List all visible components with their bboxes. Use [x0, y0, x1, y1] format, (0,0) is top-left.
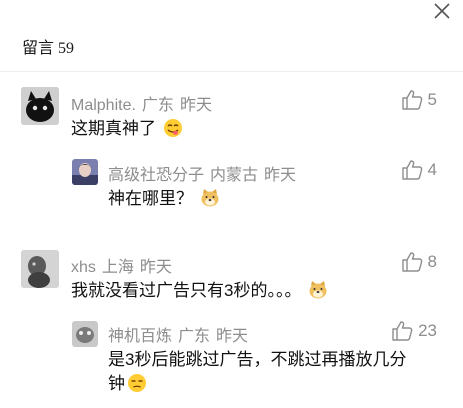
comment-text: 这期真神了 [71, 117, 183, 141]
username[interactable]: 神机百炼 [108, 328, 172, 345]
thumbs-up-icon [401, 90, 422, 110]
comment-text: 神在哪里？ [108, 187, 220, 211]
doge-icon [309, 281, 327, 299]
like-button[interactable]: 5 [401, 90, 437, 110]
header-divider [0, 71, 463, 72]
timestamp: 昨天 [264, 167, 297, 184]
comment-body: 神在哪里？ [108, 189, 193, 208]
comment-body-line-1: 是3秒后能跳过广告，不跳过再播放几分 [108, 350, 407, 369]
like-count: 4 [427, 160, 437, 179]
avatar[interactable] [72, 159, 98, 185]
thumbs-up-icon [392, 321, 413, 341]
username[interactable]: 高级社恐分子 [108, 167, 204, 184]
avatar[interactable] [21, 250, 59, 288]
comment-body: 这期真神了 [71, 119, 156, 138]
timestamp: 昨天 [139, 259, 172, 276]
doge-icon [201, 189, 219, 207]
comments-count: 59 [58, 40, 75, 57]
close-icon[interactable] [433, 2, 451, 20]
comment-text: 我就没看过广告只有3秒的。。。 [71, 279, 328, 303]
comment-body: 我就没看过广告只有3秒的。。。 [71, 281, 302, 300]
like-count: 5 [427, 90, 437, 109]
location: 广东 [178, 328, 211, 345]
location: 内蒙古 [210, 167, 259, 184]
comment-text: 是3秒后能跳过广告，不跳过再播放几分 钟 [108, 348, 448, 396]
username[interactable]: Malphite. [71, 97, 136, 114]
comment-body-line-2-text: 钟 [108, 374, 125, 393]
like-button[interactable]: 4 [401, 160, 437, 180]
yum-face-icon [163, 119, 182, 137]
like-button[interactable]: 8 [401, 252, 437, 272]
like-button[interactable]: 23 [391, 321, 437, 341]
username[interactable]: xhs [71, 259, 96, 276]
comments-title: 留言 [22, 40, 55, 57]
thumbs-up-icon [401, 160, 422, 180]
avatar[interactable] [21, 87, 59, 125]
comment-meta: 高级社恐分子 内蒙古 昨天 [108, 161, 302, 185]
avatar[interactable] [72, 321, 98, 347]
location: 广东 [141, 97, 174, 114]
timestamp: 昨天 [179, 97, 212, 114]
comment-meta: Malphite. 广东 昨天 [71, 91, 218, 115]
comments-header: 留言 59 [22, 34, 74, 58]
timestamp: 昨天 [216, 328, 249, 345]
comment-meta: xhs 上海 昨天 [71, 253, 178, 277]
like-count: 8 [427, 252, 437, 271]
location: 上海 [101, 259, 134, 276]
like-count: 23 [418, 321, 437, 340]
comment-body-line-2: 钟 [108, 372, 448, 396]
thumbs-up-icon [401, 252, 422, 272]
unamused-face-icon [128, 374, 146, 392]
comment-meta: 神机百炼 广东 昨天 [108, 322, 254, 346]
